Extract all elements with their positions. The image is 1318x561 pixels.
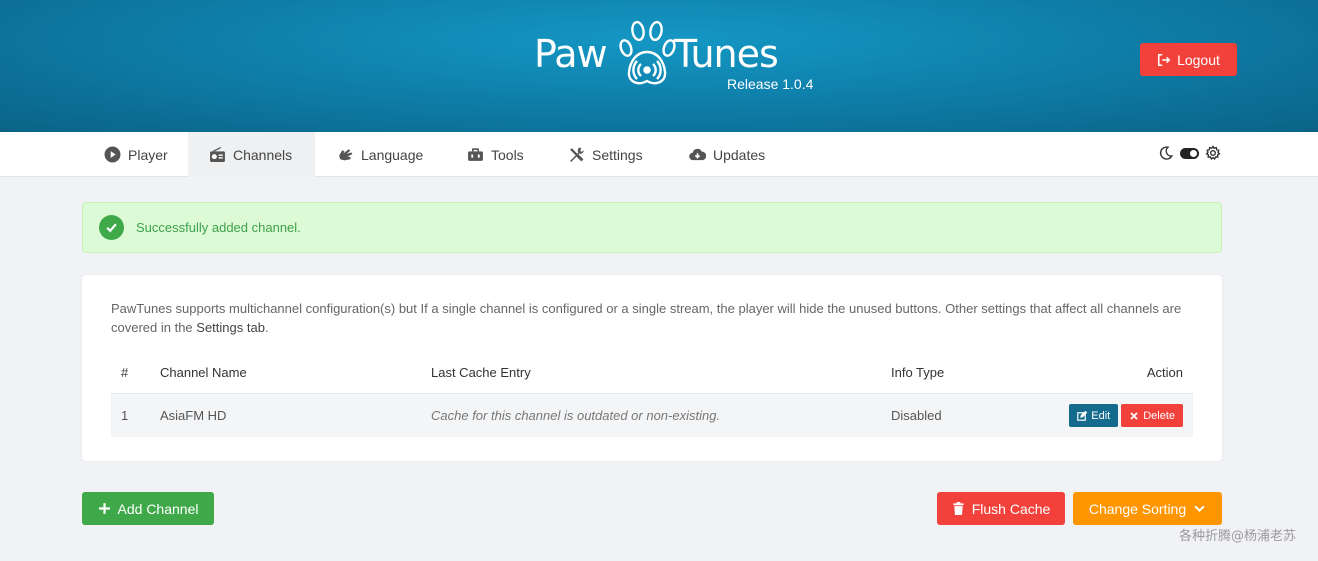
flush-cache-button[interactable]: Flush Cache [937,492,1065,525]
tools-icon [570,147,584,162]
row-actions: Edit Delete [1069,394,1183,437]
header: Paw Tunes Release 1.0.4 Logout [0,0,1318,132]
tab-player-label: Player [128,146,168,163]
times-icon [1130,411,1138,420]
alert-message: Successfully added channel. [136,220,301,235]
tab-tools-label: Tools [491,146,524,163]
tab-language-label: Language [361,146,424,163]
theme-toggle[interactable] [1158,145,1221,161]
header-last-cache: Last Cache Entry [431,365,531,380]
header-number: # [121,365,129,380]
change-sorting-button[interactable]: Change Sorting [1073,492,1222,525]
change-sorting-label: Change Sorting [1088,500,1187,517]
pawtunes-logo: Paw Tunes Release 1.0.4 [534,18,824,98]
main-nav: Player Channels Language Tools Settings … [0,132,1318,177]
description-text: PawTunes supports multichannel configura… [111,301,1182,335]
toolbox-icon [468,148,483,161]
table-header: # Channel Name Last Cache Entry Info Typ… [111,351,1193,394]
success-alert: Successfully added channel. [82,202,1222,253]
header-info-type: Info Type [891,365,945,380]
settings-tab-link[interactable]: Settings tab [196,320,265,335]
row-number: 1 [121,408,129,423]
logout-icon [1158,53,1171,66]
header-channel-name: Channel Name [160,365,247,380]
row-info-type: Disabled [891,408,942,423]
watermark: 各种折腾@杨浦老苏 [1179,529,1297,544]
logo-word-paw: Paw [534,32,608,76]
logout-label: Logout [1177,51,1220,68]
tab-tools[interactable]: Tools [467,132,524,177]
trash-icon [953,502,964,515]
tab-settings[interactable]: Settings [568,132,643,177]
tab-channels[interactable]: Channels [188,132,315,177]
flush-cache-label: Flush Cache [971,500,1051,517]
edit-button[interactable]: Edit [1069,404,1119,427]
channels-card: PawTunes supports multichannel configura… [82,275,1222,461]
tab-player[interactable]: Player [92,132,180,177]
gear-icon [1205,145,1221,160]
add-channel-button[interactable]: Add Channel [82,492,214,525]
sign-language-icon [339,149,353,161]
row-channel-name: AsiaFM HD [160,408,227,423]
tab-updates[interactable]: Updates [689,132,765,177]
delete-button[interactable]: Delete [1121,404,1183,427]
channels-description: PawTunes supports multichannel configura… [111,299,1191,337]
tab-language[interactable]: Language [337,132,423,177]
play-circle-icon [104,146,121,163]
theme-switch[interactable] [1180,147,1199,159]
description-end: . [264,320,269,335]
plus-icon [98,503,110,514]
edit-icon [1077,410,1088,421]
add-channel-label: Add Channel [117,500,199,517]
check-circle-icon [99,215,124,240]
header-action: Action [1146,365,1183,380]
tab-updates-label: Updates [713,146,766,163]
radio-icon [210,147,225,162]
chevron-down-icon [1194,505,1205,513]
row-cache-entry: Cache for this channel is outdated or no… [431,408,721,423]
paw-icon [619,20,676,85]
tab-settings-label: Settings [592,146,643,163]
edit-label: Edit [1091,409,1111,422]
delete-label: Delete [1143,409,1175,422]
logout-button[interactable]: Logout [1140,43,1237,76]
moon-icon [1159,146,1174,160]
cloud-download-icon [689,148,706,161]
logo-word-tunes: Tunes [674,32,779,76]
table-row: 1 AsiaFM HD Cache for this channel is ou… [111,394,1193,437]
release-version: Release 1.0.4 [727,76,814,92]
tab-channels-label: Channels [233,146,293,163]
